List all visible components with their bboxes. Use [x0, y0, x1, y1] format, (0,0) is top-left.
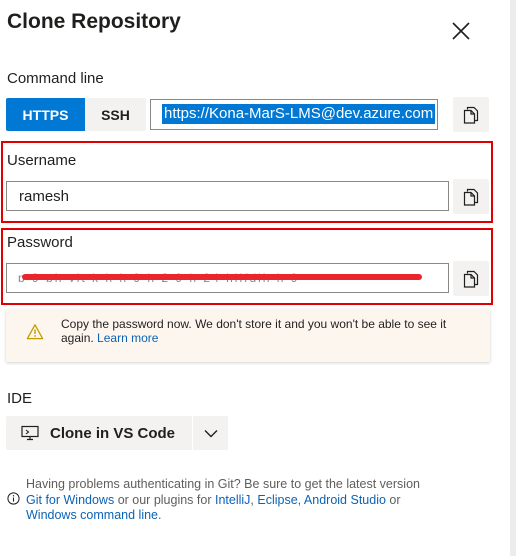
help-text-3: or	[385, 492, 401, 507]
copy-icon	[463, 188, 479, 206]
dialog-title: Clone Repository	[7, 10, 181, 33]
warning-message: Copy the password now. We don't store it…	[61, 317, 481, 345]
clone-in-vscode-button[interactable]: Clone in VS Code	[6, 416, 192, 450]
username-label: Username	[7, 152, 77, 169]
copy-icon	[463, 106, 479, 124]
clone-in-vscode-label: Clone in VS Code	[50, 424, 176, 442]
command-line-label: Command line	[7, 70, 104, 87]
clone-url-text: https://Kona-MarS-LMS@dev.azure.com	[162, 104, 436, 124]
eclipse-link[interactable]: Eclipse	[257, 493, 297, 507]
info-icon	[7, 492, 20, 505]
scrollbar[interactable]	[510, 0, 516, 556]
username-input[interactable]	[6, 181, 449, 211]
warning-icon	[26, 324, 44, 340]
android-studio-link[interactable]: Android Studio	[304, 493, 386, 507]
close-icon	[452, 22, 470, 40]
ide-label: IDE	[7, 390, 33, 407]
close-button[interactable]	[446, 16, 476, 46]
password-redaction: p 9 ph yjt k h h 9 h 2 9 h 24 hlifdjh h …	[8, 271, 440, 282]
git-for-windows-link[interactable]: Git for Windows	[26, 493, 114, 507]
password-warning-banner: Copy the password now. We don't store it…	[6, 309, 490, 362]
chevron-down-icon	[204, 429, 217, 437]
https-button[interactable]: HTTPS	[6, 98, 85, 131]
ssh-button[interactable]: SSH	[85, 98, 146, 131]
clone-ide-split-button: Clone in VS Code	[6, 416, 228, 450]
help-text-4: .	[158, 508, 162, 522]
monitor-icon	[21, 425, 39, 441]
help-text-1: Having problems authenticating in Git? B…	[26, 477, 420, 491]
help-text-2: or our plugins for	[114, 492, 215, 507]
windows-command-line-link[interactable]: Windows command line	[26, 508, 158, 522]
password-label: Password	[7, 234, 73, 251]
protocol-toggle: HTTPS SSH	[6, 98, 146, 131]
ide-options-dropdown[interactable]	[193, 416, 228, 450]
redaction-bar	[22, 274, 422, 280]
clone-url-input[interactable]: https://Kona-MarS-LMS@dev.azure.com	[150, 99, 438, 130]
auth-help-text: Having problems authenticating in Git? B…	[26, 477, 466, 524]
intellij-link[interactable]: IntelliJ	[215, 493, 250, 507]
learn-more-link[interactable]: Learn more	[97, 331, 158, 345]
copy-url-button[interactable]	[453, 97, 489, 132]
copy-username-button[interactable]	[453, 179, 489, 214]
copy-icon	[463, 270, 479, 288]
copy-password-button[interactable]	[453, 261, 489, 296]
